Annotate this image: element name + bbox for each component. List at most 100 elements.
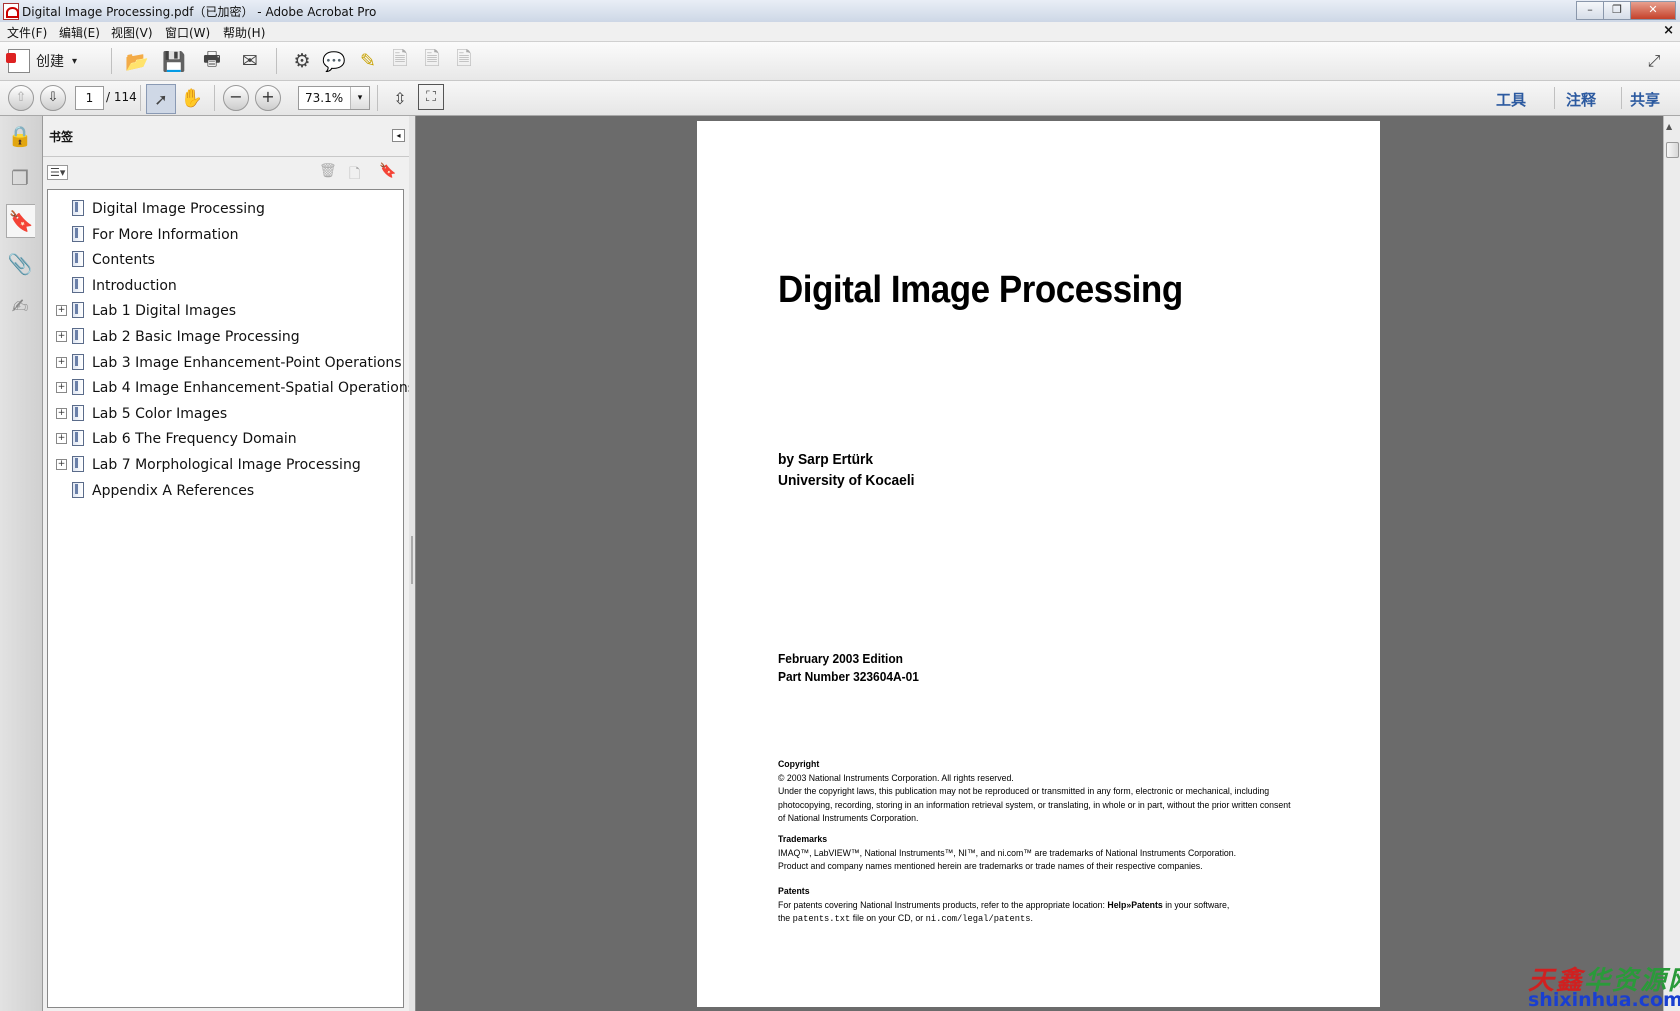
bookmark-item[interactable]: Digital Image Processing bbox=[48, 198, 398, 222]
bookmark-label: Lab 3 Image Enhancement-Point Operations bbox=[92, 354, 402, 371]
highlight-icon[interactable]: ✎ bbox=[354, 47, 382, 75]
panel-splitter[interactable] bbox=[409, 116, 416, 1011]
page-number-input[interactable]: 1 bbox=[75, 86, 104, 110]
trademarks-section: Trademarks IMAQ™, LabVIEW™, National Ins… bbox=[778, 833, 1321, 874]
email-icon[interactable]: ✉ bbox=[236, 47, 264, 75]
bookmark-item[interactable]: + Lab 4 Image Enhancement-Spatial Operati… bbox=[48, 377, 415, 401]
menu-help[interactable]: 帮助(H) bbox=[223, 24, 265, 41]
fit-width-icon[interactable]: ⇳ bbox=[386, 84, 414, 112]
patents-text: the patents.txt file on your CD, or ni.c… bbox=[778, 912, 1321, 926]
bookmark-item[interactable]: + Lab 3 Image Enhancement-Point Operation… bbox=[48, 352, 402, 376]
expand-icon[interactable]: + bbox=[56, 433, 67, 445]
bookmark-item[interactable]: + Lab 1 Digital Images bbox=[48, 300, 398, 324]
toolbar-divider bbox=[140, 85, 141, 111]
zoom-select[interactable]: 73.1% ▾ bbox=[298, 86, 370, 110]
create-button[interactable]: 创建 ▾ bbox=[6, 47, 78, 75]
bookmark-icon bbox=[72, 379, 84, 396]
share-document-icon[interactable]: 🗎 bbox=[418, 47, 446, 75]
expand-icon[interactable]: + bbox=[56, 305, 67, 317]
scroll-up-icon[interactable]: ▲ bbox=[1666, 122, 1672, 131]
copyright-text: Under the copyright laws, this publicati… bbox=[778, 786, 1270, 797]
bookmark-label: Digital Image Processing bbox=[92, 201, 265, 217]
tools-pane-link[interactable]: 工具 bbox=[1496, 89, 1526, 110]
attachments-icon[interactable]: 📎 bbox=[6, 248, 34, 280]
patents-filename: patents.txt bbox=[792, 913, 851, 924]
main-toolbar: 创建 ▾ 📂 💾 🖶 ✉ ⚙ 💬 ✎ 🗎 🗎 🗎 ⤢ bbox=[0, 42, 1680, 81]
bookmark-item[interactable]: + Lab 2 Basic Image Processing bbox=[48, 326, 398, 350]
bookmarks-icon[interactable]: 🔖 bbox=[6, 204, 35, 238]
bookmark-tools: ☰▾ 🗑 🗋 🔖 bbox=[43, 156, 409, 187]
restore-button[interactable]: ❐ bbox=[1603, 1, 1631, 20]
bookmark-item[interactable]: Introduction bbox=[48, 275, 398, 299]
expand-icon[interactable]: + bbox=[56, 407, 67, 419]
expand-icon[interactable]: + bbox=[56, 331, 67, 342]
delete-bookmark-icon[interactable]: 🗑 bbox=[319, 163, 337, 179]
edition-text: February 2003 Edition bbox=[778, 651, 903, 666]
bookmark-label: For More Information bbox=[92, 226, 239, 243]
zoom-out-button[interactable]: − bbox=[223, 85, 249, 111]
save-icon[interactable]: 💾 bbox=[160, 47, 188, 75]
fullscreen-icon[interactable]: ⤢ bbox=[1640, 47, 1668, 75]
collapse-panel-icon[interactable]: ◂ bbox=[392, 129, 405, 142]
part-number: Part Number 323604A-01 bbox=[778, 669, 919, 684]
open-folder-icon[interactable]: 📂 bbox=[123, 47, 151, 75]
options-menu-icon[interactable]: ☰▾ bbox=[47, 165, 69, 180]
sign-document-icon[interactable]: 🗎 bbox=[386, 47, 414, 75]
patents-text-part: file on your CD, or bbox=[850, 913, 926, 924]
fit-page-icon[interactable]: ⛶ bbox=[418, 84, 444, 110]
bookmark-icon bbox=[72, 302, 84, 319]
patents-text-part: For patents covering National Instrument… bbox=[778, 899, 1108, 911]
bookmark-list: Digital Image Processing For More Informa… bbox=[47, 189, 415, 1008]
comment-icon[interactable]: 💬 bbox=[320, 47, 348, 75]
patents-url: ni.com/legal/patents bbox=[925, 913, 1031, 924]
minimize-button[interactable]: – bbox=[1576, 1, 1604, 20]
zoom-in-button[interactable]: + bbox=[255, 85, 281, 111]
new-bookmark-icon[interactable]: 🗋 bbox=[349, 163, 360, 187]
expand-icon[interactable]: + bbox=[56, 382, 67, 394]
patents-text-part: in your software, bbox=[1162, 899, 1230, 911]
expand-icon[interactable]: + bbox=[56, 356, 67, 368]
share-pane-link[interactable]: 共享 bbox=[1630, 89, 1660, 110]
bookmark-item[interactable]: + Lab 7 Morphological Image Processing bbox=[48, 454, 398, 478]
select-tool-icon[interactable]: ➚ bbox=[146, 84, 176, 114]
print-icon[interactable]: 🖶 bbox=[198, 47, 226, 75]
signatures-icon[interactable]: ✍ bbox=[6, 290, 34, 322]
bookmark-label: Appendix A References bbox=[92, 482, 255, 499]
review-document-icon[interactable]: 🗎 bbox=[450, 47, 478, 75]
menu-bar: 文件(F) 编辑(E) 视图(V) 窗口(W) 帮助(H) × bbox=[0, 22, 1680, 42]
bookmark-item[interactable]: + Lab 6 The Frequency Domain bbox=[48, 428, 398, 452]
bookmark-item[interactable]: Appendix A References bbox=[48, 480, 398, 504]
close-document-button[interactable]: × bbox=[1663, 23, 1674, 38]
patents-text: For patents covering National Instrument… bbox=[778, 899, 1321, 913]
menu-edit[interactable]: 编辑(E) bbox=[59, 24, 100, 41]
toolbar-divider bbox=[1621, 87, 1622, 109]
menu-view[interactable]: 视图(V) bbox=[111, 24, 153, 41]
copyright-text: of National Instruments Corporation. bbox=[778, 813, 919, 824]
page-total: / 114 bbox=[106, 90, 137, 104]
bookmark-item[interactable]: For More Information bbox=[48, 224, 398, 248]
expand-icon[interactable]: + bbox=[56, 459, 67, 470]
pdf-page: Digital Image Processing by Sarp Ertürk … bbox=[697, 121, 1380, 1007]
previous-page-button[interactable]: ⇧ bbox=[8, 85, 34, 111]
trademarks-text: IMAQ™, LabVIEW™, National Instruments™, … bbox=[778, 847, 1237, 859]
gear-icon[interactable]: ⚙ bbox=[288, 47, 316, 75]
title-bar: Digital Image Processing.pdf（已加密） - Adob… bbox=[0, 0, 1680, 23]
chevron-down-icon[interactable]: ▾ bbox=[350, 87, 369, 109]
page-thumbnails-icon[interactable]: ❐ bbox=[6, 162, 34, 194]
bookmark-item[interactable]: Contents bbox=[48, 249, 398, 273]
hand-tool-icon[interactable]: ✋ bbox=[178, 84, 206, 112]
bookmark-item[interactable]: + Lab 5 Color Images bbox=[48, 403, 398, 427]
next-page-button[interactable]: ⇩ bbox=[40, 85, 66, 111]
copyright-section: Copyright © 2003 National Instruments Co… bbox=[778, 758, 1321, 826]
comment-pane-link[interactable]: 注释 bbox=[1566, 89, 1596, 110]
menu-window[interactable]: 窗口(W) bbox=[165, 24, 210, 41]
bookmarks-panel: 书签 ◂ ☰▾ 🗑 🗋 🔖 Digital Image Processing Fo… bbox=[43, 116, 415, 1011]
vertical-scrollbar[interactable]: ▲ bbox=[1663, 116, 1680, 1011]
scroll-thumb[interactable] bbox=[1666, 142, 1679, 158]
menu-file[interactable]: 文件(F) bbox=[7, 24, 47, 41]
add-bookmark-icon[interactable]: 🔖 bbox=[379, 163, 396, 179]
lock-icon[interactable]: 🔒 bbox=[6, 120, 34, 152]
chevron-down-icon: ▾ bbox=[72, 55, 78, 67]
close-window-button[interactable]: ✕ bbox=[1630, 1, 1676, 20]
patents-menu-path: Help»Patents bbox=[1107, 899, 1163, 911]
